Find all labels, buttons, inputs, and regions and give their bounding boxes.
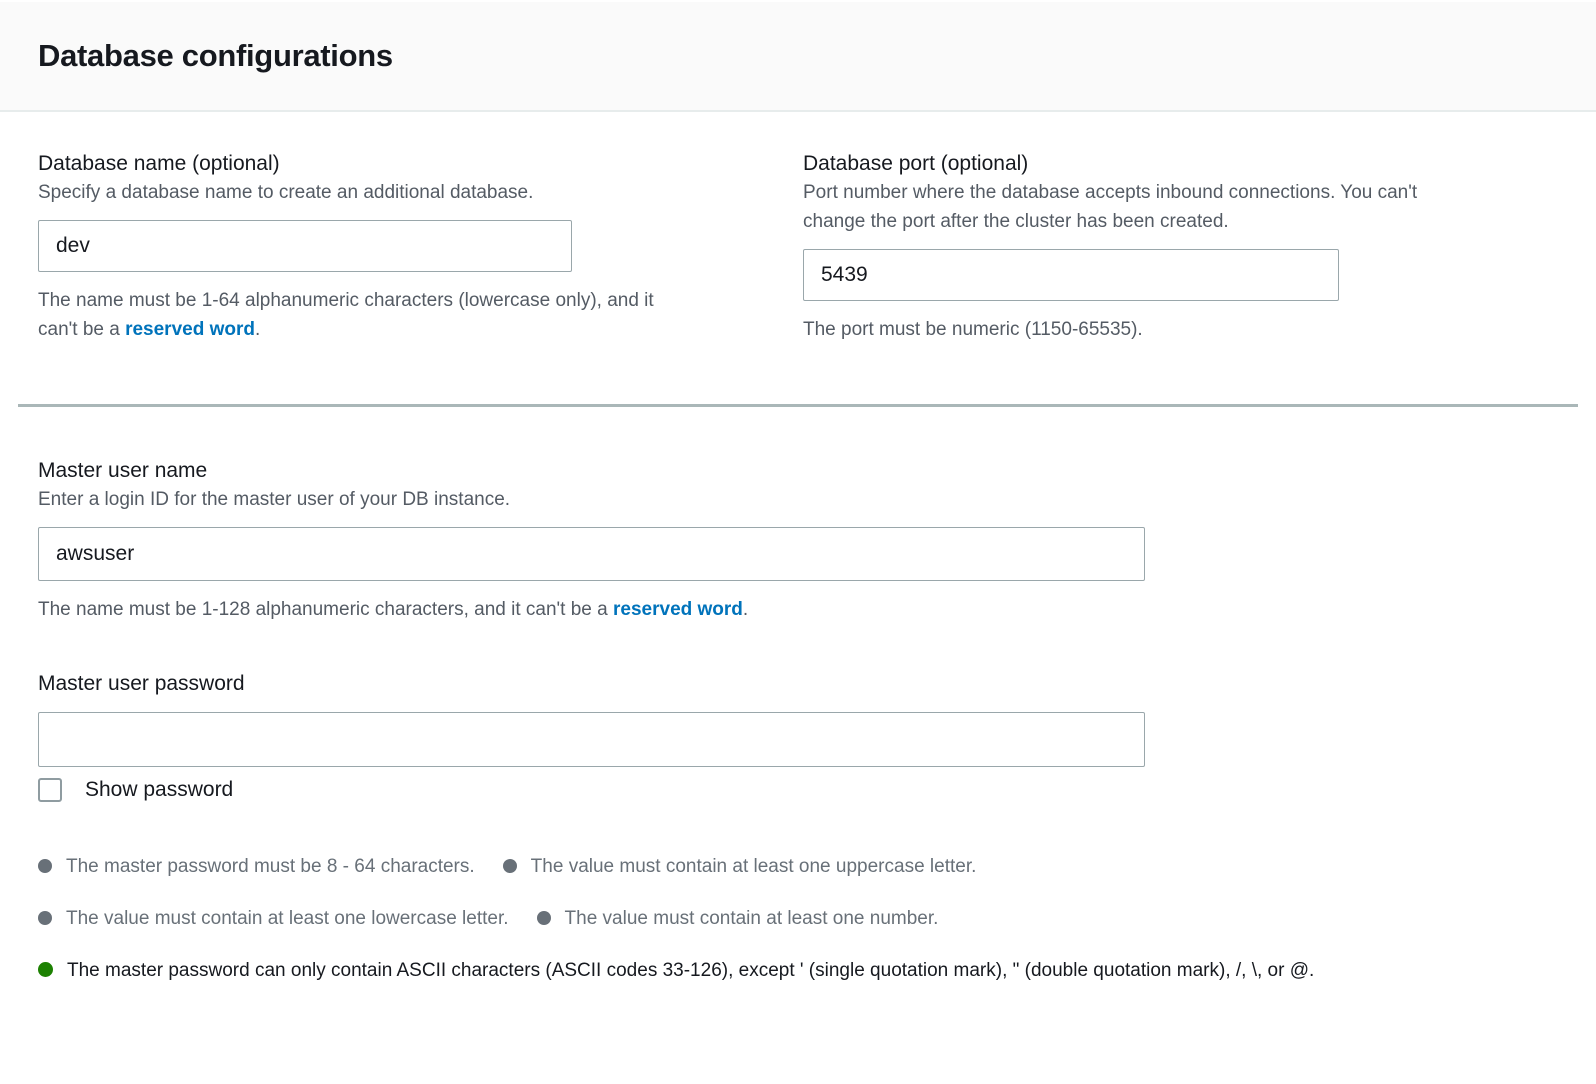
database-name-hint-suffix: .	[255, 319, 260, 340]
panel-header: Database configurations	[0, 0, 1596, 112]
password-requirement-number: The value must contain at least one numb…	[537, 904, 939, 933]
requirement-text: The master password must be 8 - 64 chara…	[66, 856, 475, 877]
master-user-name-label: Master user name	[38, 457, 1523, 485]
password-requirements-list: The master password must be 8 - 64 chara…	[38, 852, 1338, 985]
database-settings-row: Database name (optional) Specify a datab…	[38, 150, 1523, 344]
bullet-icon	[38, 911, 52, 925]
master-user-name-input[interactable]	[38, 527, 1145, 581]
field-database-port: Database port (optional) Port number whe…	[803, 150, 1523, 344]
database-port-label: Database port (optional)	[803, 150, 1523, 178]
requirement-text: The value must contain at least one lowe…	[66, 908, 509, 929]
reserved-word-link[interactable]: reserved word	[613, 599, 743, 620]
master-user-name-hint: The name must be 1-128 alphanumeric char…	[38, 595, 1523, 624]
database-name-input[interactable]	[38, 220, 572, 272]
section-divider	[18, 404, 1578, 407]
password-requirement-uppercase: The value must contain at least one uppe…	[503, 852, 977, 881]
field-database-name: Database name (optional) Specify a datab…	[38, 150, 765, 344]
password-requirement-lowercase: The value must contain at least one lowe…	[38, 904, 509, 933]
field-master-user-password: Master user password Show password	[38, 670, 1523, 802]
master-user-name-hint-suffix: .	[743, 599, 748, 620]
database-name-description: Specify a database name to create an add…	[38, 178, 765, 207]
bullet-icon	[38, 962, 53, 977]
requirement-text: The master password can only contain ASC…	[67, 960, 1314, 981]
database-port-input[interactable]	[803, 249, 1339, 301]
master-password-input[interactable]	[38, 712, 1145, 767]
field-master-user-name: Master user name Enter a login ID for th…	[38, 457, 1523, 624]
database-name-label: Database name (optional)	[38, 150, 765, 178]
show-password-label: Show password	[85, 778, 233, 802]
bullet-icon	[537, 911, 551, 925]
requirement-text: The value must contain at least one uppe…	[531, 856, 977, 877]
database-port-description: Port number where the database accepts i…	[803, 178, 1423, 236]
master-user-name-hint-prefix: The name must be 1-128 alphanumeric char…	[38, 599, 613, 620]
password-requirement-length: The master password must be 8 - 64 chara…	[38, 852, 475, 881]
master-user-password-label: Master user password	[38, 670, 1523, 698]
database-configurations-panel: Database configurations Database name (o…	[0, 0, 1596, 985]
database-port-hint: The port must be numeric (1150-65535).	[803, 315, 1523, 344]
panel-title: Database configurations	[38, 38, 393, 74]
panel-body: Database name (optional) Specify a datab…	[0, 112, 1596, 985]
show-password-checkbox[interactable]	[38, 778, 62, 802]
show-password-row[interactable]: Show password	[38, 778, 1523, 802]
reserved-word-link[interactable]: reserved word	[125, 319, 255, 340]
bullet-icon	[503, 859, 517, 873]
bullet-icon	[38, 859, 52, 873]
master-user-name-description: Enter a login ID for the master user of …	[38, 485, 1523, 514]
requirement-text: The value must contain at least one numb…	[565, 908, 939, 929]
database-name-hint: The name must be 1-64 alphanumeric chara…	[38, 286, 658, 344]
password-requirement-ascii: The master password can only contain ASC…	[38, 956, 1314, 985]
